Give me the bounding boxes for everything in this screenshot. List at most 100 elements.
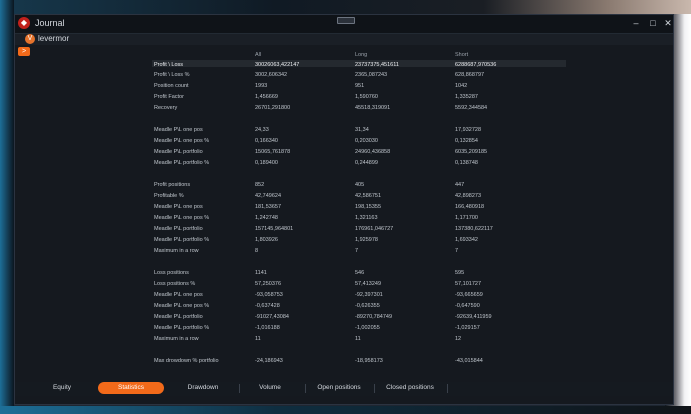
stat-value-short: 6288687,970536 xyxy=(455,62,497,68)
tab-volume[interactable]: Volume xyxy=(242,382,298,394)
stat-value-all: 24,33 xyxy=(255,127,269,133)
journal-window: ◆ Journal – □ ✕ V levermor > All Long Shor… xyxy=(14,14,674,405)
stat-value-short: 1042 xyxy=(455,83,468,89)
stat-value-long: 23737375,451611 xyxy=(355,62,399,68)
stat-value-all: -93,058753 xyxy=(255,292,283,298)
stat-value-all: -24,186943 xyxy=(255,358,283,364)
tab-open-positions[interactable]: Open positions xyxy=(308,382,370,394)
stat-label: Meadle P\L one pos % xyxy=(154,303,210,309)
stat-value-short: 17,932728 xyxy=(455,127,481,133)
stat-value-long: -0,626355 xyxy=(355,303,380,309)
stat-label: Meadle P\L portfolio % xyxy=(154,237,210,243)
stat-value-all: 157145,964801 xyxy=(255,226,294,232)
stat-value-short: -43,015844 xyxy=(455,358,483,364)
stat-label: Recovery xyxy=(154,105,178,111)
side-panel-toggle-button[interactable]: > xyxy=(18,47,30,56)
stat-value-short: 447 xyxy=(455,182,465,188)
stat-label: Meadle P\L portfolio % xyxy=(154,325,210,331)
minimize-button[interactable]: – xyxy=(629,17,643,29)
user-avatar-icon[interactable]: V xyxy=(25,34,35,44)
user-bar: V levermor xyxy=(15,34,673,45)
stat-value-long: -1,002055 xyxy=(355,325,380,331)
stat-value-all: 0,166340 xyxy=(255,138,278,144)
column-header-short: Short xyxy=(455,52,469,58)
stat-label: Meadle P\L one pos xyxy=(154,204,203,210)
tab-divider xyxy=(447,384,448,393)
stat-value-long: 1,590760 xyxy=(355,94,378,100)
stat-label: Profit positions xyxy=(154,182,191,188)
stat-value-short: -1,029157 xyxy=(455,325,480,331)
stat-value-long: 1,321163 xyxy=(355,215,378,221)
stat-value-all: 1,803926 xyxy=(255,237,278,243)
stat-label: Meadle P\L portfolio % xyxy=(154,160,210,166)
stat-value-short: 628,868797 xyxy=(455,72,485,78)
stat-value-all: 852 xyxy=(255,182,265,188)
tab-statistics[interactable]: Statistics xyxy=(98,382,164,394)
stat-value-all: 0,189400 xyxy=(255,160,278,166)
stat-value-all: 30026063,422147 xyxy=(255,62,300,68)
stat-value-long: 11 xyxy=(355,336,361,342)
stat-value-all: 1,456669 xyxy=(255,94,278,100)
stat-value-long: -89270,784749 xyxy=(355,314,393,320)
stat-value-long: 1,925978 xyxy=(355,237,378,243)
tab-drawdown[interactable]: Drawdown xyxy=(168,382,238,394)
stat-value-long: 405 xyxy=(355,182,365,188)
stat-value-long: 45518,319091 xyxy=(355,105,391,111)
stat-value-all: 42,749624 xyxy=(255,193,281,199)
stat-value-long: -18,958173 xyxy=(355,358,383,364)
stat-value-short: -93,665659 xyxy=(455,292,483,298)
desktop-backdrop-left xyxy=(0,0,14,414)
stat-label: Position count xyxy=(154,83,189,89)
stat-label: Profit \ Loss % xyxy=(154,72,190,78)
drag-handle-icon[interactable] xyxy=(337,17,355,24)
stat-label: Meadle P\L one pos % xyxy=(154,215,210,221)
stat-value-short: 7 xyxy=(455,248,459,254)
desktop-backdrop-top xyxy=(0,0,691,14)
stat-value-all: 1141 xyxy=(255,270,267,276)
stat-value-long: 42,586751 xyxy=(355,193,381,199)
tab-closed-positions[interactable]: Closed positions xyxy=(377,382,443,394)
stat-label: Maximum in a row xyxy=(154,336,199,342)
stat-value-all: 26701,291800 xyxy=(255,105,291,111)
close-button[interactable]: ✕ xyxy=(661,17,675,29)
title-bar[interactable]: ◆ Journal – □ ✕ xyxy=(15,15,673,34)
stat-value-all: 8 xyxy=(255,248,259,254)
stat-label: Profit Factor xyxy=(154,94,184,100)
tab-equity[interactable]: Equity xyxy=(27,382,97,394)
stat-label: Profit \ Loss xyxy=(154,62,184,68)
stat-label: Meadle P\L portfolio xyxy=(154,226,203,232)
app-logo-icon: ◆ xyxy=(18,17,30,29)
maximize-button[interactable]: □ xyxy=(646,17,660,29)
stat-label: Profitable % xyxy=(154,193,184,199)
stat-value-long: 31,34 xyxy=(355,127,369,133)
stat-value-all: 1993 xyxy=(255,83,268,89)
stat-value-all: 15065,761878 xyxy=(255,149,291,155)
stat-value-all: 11 xyxy=(255,336,261,342)
stat-label: Meadle P\L one pos xyxy=(154,292,203,298)
stat-value-short: 137380,622117 xyxy=(455,226,493,232)
stat-label: Loss positions % xyxy=(154,281,196,287)
stat-label: Maximum in a row xyxy=(154,248,199,254)
stat-value-short: -92639,411959 xyxy=(455,314,492,320)
stat-label: Meadle P\L portfolio xyxy=(154,149,203,155)
tab-divider xyxy=(374,384,375,393)
stat-value-all: 181,53657 xyxy=(255,204,281,210)
stat-value-short: 1,335287 xyxy=(455,94,478,100)
stat-value-all: -0,637428 xyxy=(255,303,280,309)
user-name: levermor xyxy=(38,34,70,43)
stat-value-short: 166,480918 xyxy=(455,204,485,210)
stat-label: Loss positions xyxy=(154,270,189,276)
stat-value-short: 5592,344584 xyxy=(455,105,488,111)
tab-divider xyxy=(239,384,240,393)
stat-value-short: 12 xyxy=(455,336,462,342)
stat-value-short: 42,898273 xyxy=(455,193,481,199)
stat-value-long: 198,15355 xyxy=(355,204,381,210)
stat-label: Meadle P\L one pos % xyxy=(154,138,210,144)
stat-value-long: 951 xyxy=(355,83,365,89)
stat-value-short: -0,647590 xyxy=(455,303,480,309)
stat-value-short: 0,138748 xyxy=(455,160,478,166)
tab-divider xyxy=(305,384,306,393)
stat-value-short: 0,132854 xyxy=(455,138,478,144)
window-title: Journal xyxy=(35,18,65,28)
stat-value-long: 0,203030 xyxy=(355,138,378,144)
